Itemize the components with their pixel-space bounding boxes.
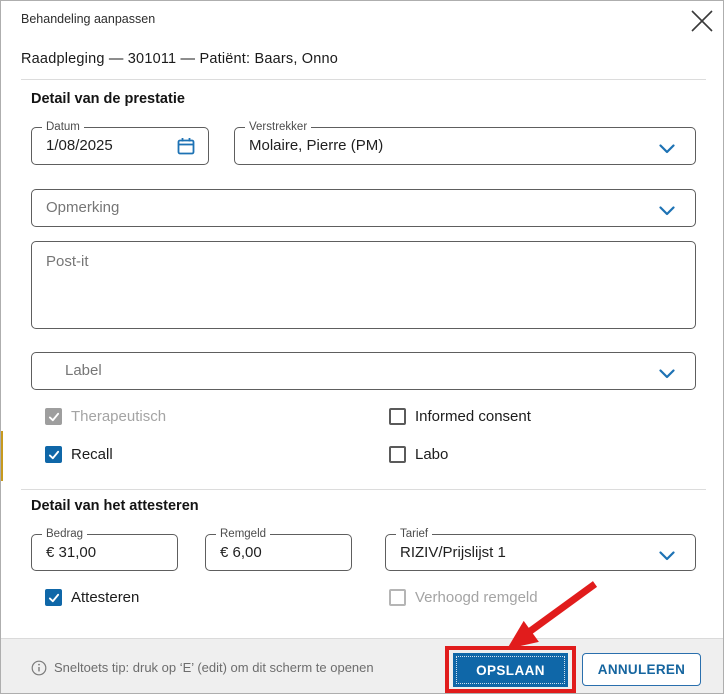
- background-window-sliver: [1, 431, 3, 481]
- checkbox-checked-icon[interactable]: [45, 446, 62, 463]
- close-x-icon: [689, 8, 715, 37]
- cancel-button[interactable]: ANNULEREN: [582, 653, 701, 686]
- postit-textarea[interactable]: Post-it: [31, 241, 696, 329]
- amount-field[interactable]: Bedrag € 31,00: [31, 527, 178, 571]
- checkbox-label: Therapeutisch: [71, 408, 167, 425]
- shortcut-tip-text: Sneltoets tip: druk op ‘E’ (edit) om dit…: [54, 660, 374, 675]
- postit-placeholder: Post-it: [46, 253, 89, 270]
- checkbox-label: Attesteren: [71, 589, 140, 606]
- checkbox-checked-icon[interactable]: [45, 589, 62, 606]
- tariff-select[interactable]: Tarief RIZIV/Prijslijst 1: [385, 527, 696, 571]
- edit-treatment-dialog: Behandeling aanpassen Raadpleging — 3010…: [0, 0, 724, 694]
- section-heading-prestatie: Detail van de prestatie: [31, 91, 185, 107]
- checkbox-labo[interactable]: Labo: [389, 446, 448, 463]
- label-select[interactable]: Label: [31, 352, 696, 390]
- checkbox-checked-icon: [45, 408, 62, 425]
- section-divider: [21, 489, 706, 490]
- copay-field-value[interactable]: € 6,00: [220, 535, 317, 570]
- chevron-down-icon[interactable]: [659, 548, 675, 566]
- checkbox-label: Verhoogd remgeld: [415, 589, 538, 606]
- shortcut-tip: Sneltoets tip: druk op ‘E’ (edit) om dit…: [31, 639, 374, 693]
- dialog-title: Behandeling aanpassen: [21, 12, 156, 26]
- checkbox-recall[interactable]: Recall: [45, 446, 113, 463]
- provider-select-value: Molaire, Pierre (PM): [249, 137, 384, 154]
- remark-select[interactable]: Opmerking: [31, 189, 696, 227]
- provider-select[interactable]: Verstrekker Molaire, Pierre (PM): [234, 120, 696, 165]
- header-divider: [21, 79, 706, 80]
- checkbox-therapeutisch: Therapeutisch: [45, 408, 166, 425]
- chevron-down-icon[interactable]: [659, 366, 675, 384]
- calendar-icon[interactable]: [176, 136, 196, 161]
- copay-field[interactable]: Remgeld € 6,00: [205, 527, 352, 571]
- date-field[interactable]: Datum 1/08/2025: [31, 120, 209, 165]
- checkbox-label: Recall: [71, 446, 113, 463]
- remark-select-placeholder: Opmerking: [46, 199, 120, 216]
- date-field-value[interactable]: 1/08/2025: [46, 128, 172, 164]
- checkbox-label: Informed consent: [415, 408, 531, 425]
- section-heading-attesteren: Detail van het attesteren: [31, 498, 199, 514]
- checkbox-unchecked-icon: [389, 589, 406, 606]
- checkbox-unchecked-icon[interactable]: [389, 446, 406, 463]
- close-button[interactable]: [685, 5, 719, 39]
- chevron-down-icon[interactable]: [659, 141, 675, 159]
- label-select-placeholder: Label: [65, 362, 102, 379]
- tariff-select-value: RIZIV/Prijslijst 1: [400, 544, 506, 561]
- amount-field-value[interactable]: € 31,00: [46, 535, 143, 570]
- chevron-down-icon[interactable]: [659, 203, 675, 221]
- info-icon: [31, 660, 47, 676]
- save-button[interactable]: OPSLAAN: [453, 653, 568, 687]
- treatment-breadcrumb: Raadpleging — 301011 — Patiënt: Baars, O…: [21, 51, 339, 67]
- checkbox-verhoogd-remgeld: Verhoogd remgeld: [389, 589, 538, 606]
- checkbox-attesteren[interactable]: Attesteren: [45, 589, 139, 606]
- checkbox-label: Labo: [415, 446, 449, 463]
- checkbox-unchecked-icon[interactable]: [389, 408, 406, 425]
- checkbox-informed-consent[interactable]: Informed consent: [389, 408, 531, 425]
